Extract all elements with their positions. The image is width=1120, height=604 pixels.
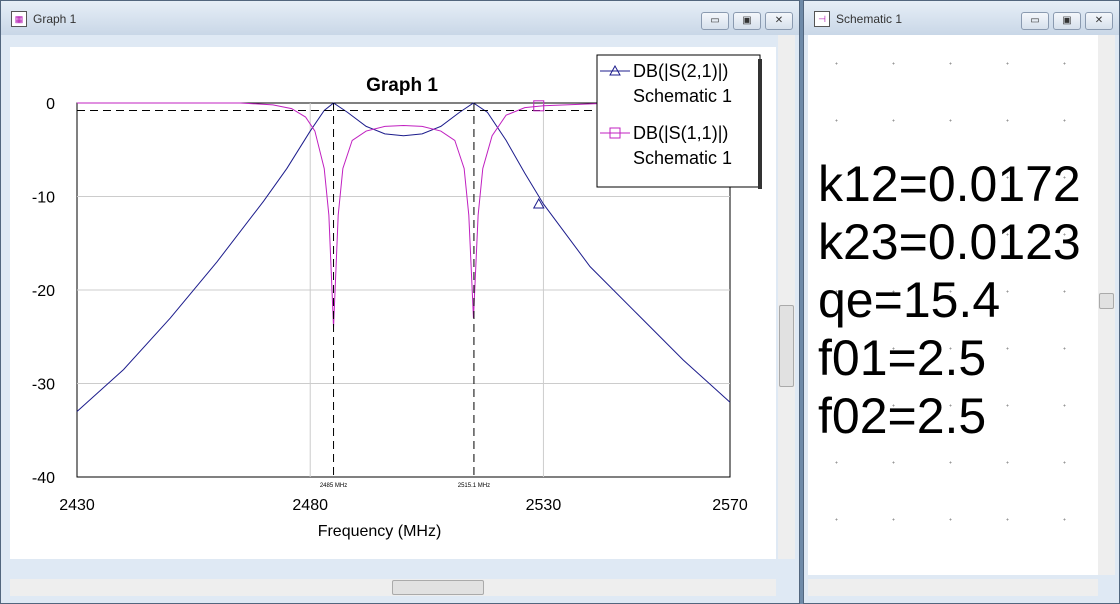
x-tick-label: 2430: [59, 497, 95, 514]
param-k12: k12=0.0172: [818, 156, 1081, 212]
minimize-button[interactable]: ▭: [701, 12, 729, 30]
y-tick-label: 0: [46, 96, 55, 113]
x-axis-label: Frequency (MHz): [318, 523, 442, 540]
param-k23: k23=0.0123: [818, 214, 1081, 270]
schematic-icon: ⊣: [814, 11, 830, 27]
y-tick-label: -10: [32, 190, 55, 207]
graph-window-title: Graph 1: [33, 12, 77, 26]
x-tick-label: 2480: [292, 497, 328, 514]
param-f02: f02=2.5: [818, 388, 987, 444]
marker-label: 2485 MHz: [320, 483, 347, 489]
maximize-button[interactable]: ▣: [1053, 12, 1081, 30]
chart: 0 -10 -20 -30 -402430 2480 2530 2570 Frequency (…: [32, 54, 762, 540]
horizontal-scrollbar[interactable]: [10, 579, 776, 596]
schematic-canvas: k12=0.0172 k23=0.0123 qe=15.4 f01=2.5 f0…: [808, 35, 1098, 575]
schematic-window: ⊣ Schematic 1 ▭ ▣ ✕ k12=0.0172 k23=0.0123 …: [803, 0, 1120, 604]
x-tick-label: 2570: [712, 497, 748, 514]
scroll-thumb[interactable]: [1099, 293, 1114, 309]
x-tick-label: 2530: [526, 497, 562, 514]
scroll-thumb[interactable]: [779, 305, 794, 387]
maximize-button[interactable]: ▣: [733, 12, 761, 30]
vertical-scrollbar[interactable]: [778, 35, 795, 559]
graph-window: ▦ Graph 1 ▭ ▣ ✕ 0 -10 -20 -30 -40 2430 2480 2530 2…: [0, 0, 800, 604]
param-f01: f01=2.5: [818, 330, 987, 386]
close-button[interactable]: ✕: [1085, 12, 1113, 30]
y-tick-label: -40: [32, 470, 55, 487]
vertical-scrollbar[interactable]: [1098, 35, 1115, 575]
legend-sub: Schematic 1: [633, 148, 732, 168]
graph-title-bar: ▦ Graph 1 ▭ ▣ ✕: [1, 1, 799, 35]
graph-icon: ▦: [11, 11, 27, 27]
legend-label: DB(|S(1,1)|): [633, 123, 728, 143]
marker-label: 2515.1 MHz: [458, 483, 490, 489]
chart-title: Graph 1: [366, 75, 438, 96]
legend-sub: Schematic 1: [633, 86, 732, 106]
minimize-button[interactable]: ▭: [1021, 12, 1049, 30]
y-tick-label: -30: [32, 377, 55, 394]
y-tick-label: -20: [32, 283, 55, 300]
horizontal-scrollbar[interactable]: [808, 579, 1098, 596]
legend-label: DB(|S(2,1)|): [633, 61, 728, 81]
graph-canvas: 0 -10 -20 -30 -40 2430 2480 2530 2570 Frequency (…: [10, 47, 776, 559]
schematic-window-title: Schematic 1: [836, 12, 903, 26]
schematic-title-bar: ⊣ Schematic 1 ▭ ▣ ✕: [804, 1, 1119, 35]
close-button[interactable]: ✕: [765, 12, 793, 30]
scroll-thumb-h[interactable]: [392, 580, 484, 595]
param-qe: qe=15.4: [818, 272, 1001, 328]
